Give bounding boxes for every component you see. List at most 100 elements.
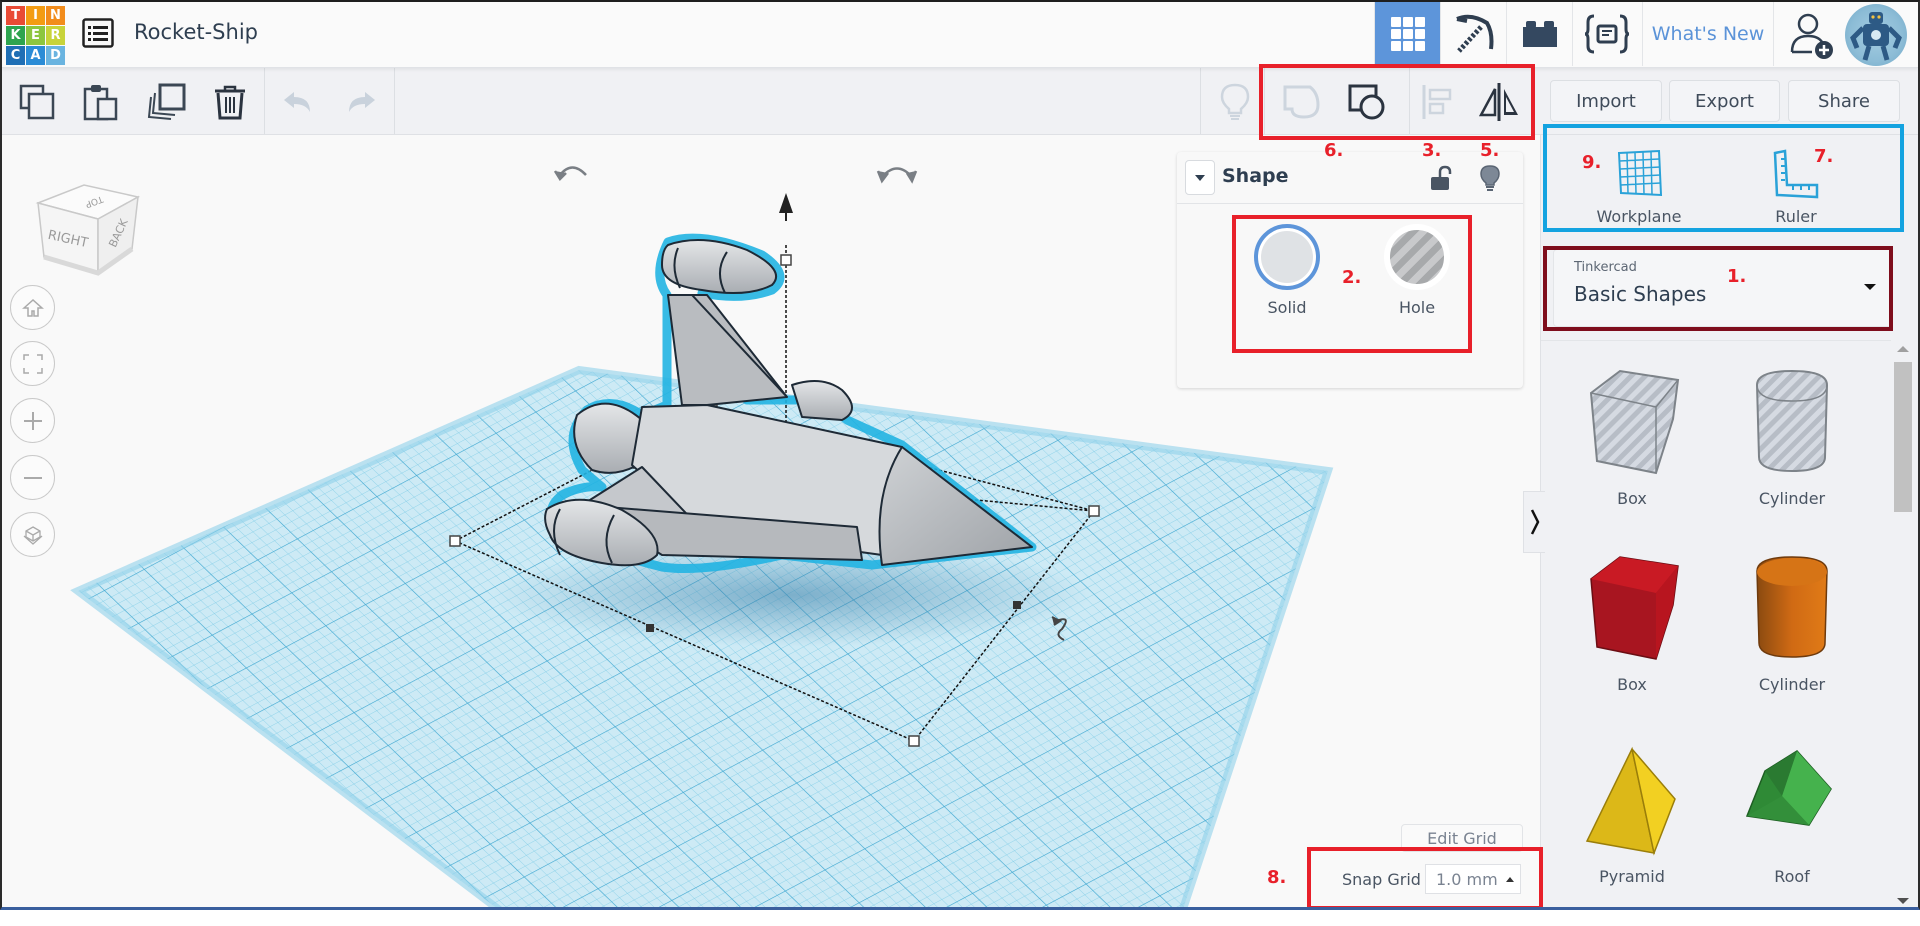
invite-user-button[interactable] [1790, 12, 1836, 60]
robot-avatar-icon [1850, 12, 1902, 61]
toggle-panel-button[interactable] [1523, 491, 1545, 553]
caret-down-icon [1864, 284, 1876, 290]
build-mode-button[interactable] [1440, 2, 1506, 66]
lift-arrow[interactable] [779, 193, 793, 221]
align-button[interactable] [1415, 80, 1459, 124]
shape-label: Cylinder [1758, 489, 1826, 508]
collapse-inspector-button[interactable] [1185, 160, 1215, 195]
copy-button[interactable] [15, 80, 59, 124]
caret-down-icon [1195, 174, 1205, 181]
redo-button[interactable] [339, 80, 383, 124]
lock-button[interactable] [1430, 165, 1452, 195]
hole-swatch[interactable] [1384, 224, 1450, 290]
logo-letter: N [46, 6, 65, 25]
undo-button[interactable] [276, 80, 320, 124]
codeblocks-button[interactable] [1572, 2, 1640, 66]
right-panel: Workplane Ruler Tinkercad Basic Shapes B… [1540, 135, 1918, 907]
ruler-tool[interactable]: Ruler [1721, 149, 1871, 226]
export-button[interactable]: Export [1669, 80, 1780, 122]
zoom-in-button[interactable] [10, 398, 55, 443]
add-user-icon [1790, 13, 1833, 59]
shape-pyramid[interactable]: Pyramid [1557, 741, 1707, 907]
scroll-up-arrow[interactable] [1897, 346, 1909, 352]
hide-button[interactable] [1479, 164, 1501, 196]
duplicate-icon [147, 83, 186, 120]
ungroup-button[interactable] [1346, 80, 1390, 124]
shape-cylinder[interactable]: Cylinder [1717, 549, 1867, 729]
home-view-button[interactable] [10, 285, 55, 330]
logo-letter: K [6, 26, 25, 45]
show-all-button[interactable] [1213, 80, 1257, 124]
shape-label: Box [1617, 489, 1647, 508]
shape-roof[interactable]: Roof [1717, 741, 1867, 907]
view-cube[interactable]: TOP RIGHT BACK [34, 175, 144, 290]
height-handle[interactable] [780, 254, 792, 266]
ungroup-icon [1348, 84, 1385, 120]
design-title[interactable]: Rocket-Ship [134, 20, 258, 44]
rocket-ship-model[interactable] [544, 233, 1037, 573]
scroll-down-arrow[interactable] [1897, 898, 1909, 904]
align-icon [1422, 85, 1452, 119]
shape-label: Box [1617, 675, 1647, 694]
paste-button[interactable] [79, 80, 123, 124]
tinkercad-logo[interactable]: T I N K E R C A D [6, 6, 66, 66]
logo-letter: R [46, 26, 65, 45]
perspective-button[interactable] [10, 512, 55, 557]
top-bar: T I N K E R C A D Rocket-Ship What's New [2, 2, 1918, 68]
mirror-button[interactable] [1477, 80, 1521, 124]
resize-handle[interactable] [449, 535, 461, 547]
resize-handle[interactable] [908, 735, 920, 747]
edit-grid-button[interactable]: Edit Grid [1401, 824, 1523, 852]
user-avatar[interactable] [1845, 4, 1907, 66]
delete-button[interactable] [208, 80, 252, 124]
zoom-out-button[interactable] [10, 455, 55, 500]
shape-library-dropdown[interactable]: Tinkercad Basic Shapes [1553, 249, 1893, 327]
bricks-button[interactable] [1506, 2, 1572, 66]
grid-icon [1390, 17, 1425, 51]
share-button[interactable]: Share [1788, 80, 1900, 122]
annotation-label-3: 3. [1422, 140, 1442, 161]
shape-cylinder-hole[interactable]: Cylinder [1717, 363, 1867, 543]
group-icon [1283, 85, 1320, 119]
edit-toolbar [2, 68, 1540, 135]
resize-handle[interactable] [1088, 505, 1100, 517]
fit-all-icon [22, 353, 43, 374]
file-actions: Import Export Share [1540, 68, 1918, 135]
shape-box[interactable]: Box [1557, 549, 1707, 729]
rotate-handle[interactable] [553, 166, 587, 181]
annotation-label-2: 2. [1342, 267, 1362, 288]
library-scrollbar[interactable] [1892, 340, 1914, 907]
toolbar-divider [1200, 68, 1201, 134]
solid-swatch[interactable] [1254, 224, 1320, 290]
library-name: Basic Shapes [1574, 282, 1707, 306]
edge-handle[interactable] [1013, 601, 1021, 609]
import-button[interactable]: Import [1550, 80, 1662, 122]
design-list-button[interactable] [82, 18, 114, 48]
toolbar-divider [394, 68, 395, 134]
scroll-thumb[interactable] [1894, 362, 1912, 512]
lightbulb-icon [1220, 83, 1250, 120]
hole-option[interactable]: Hole [1382, 224, 1452, 317]
unlock-icon [1431, 165, 1452, 190]
snap-grid-select[interactable]: 1.0 mm [1425, 864, 1521, 894]
toolbar-divider [1264, 68, 1265, 134]
snap-grid-value: 1.0 mm [1436, 869, 1498, 889]
group-button[interactable] [1280, 80, 1324, 124]
edge-handle[interactable] [646, 624, 654, 632]
shape-box-hole[interactable]: Box [1557, 363, 1707, 543]
mirror-icon [1478, 83, 1518, 121]
annotation-label-8: 8. [1267, 867, 1287, 888]
chevron-right-icon [1530, 509, 1539, 535]
fit-view-button[interactable] [10, 341, 55, 386]
duplicate-button[interactable] [145, 80, 189, 124]
caret-up-icon [1505, 876, 1514, 882]
whats-new-link[interactable]: What's New [1642, 2, 1774, 66]
toolbar-divider [264, 68, 265, 134]
solid-option[interactable]: Solid [1252, 224, 1322, 317]
annotation-label-9: 9. [1582, 152, 1602, 173]
annotation-label-6: 6. [1324, 140, 1344, 161]
3d-design-view-button[interactable] [1374, 2, 1440, 66]
rotate-handle[interactable] [876, 167, 918, 184]
shape-label: Cylinder [1758, 675, 1826, 694]
logo-letter: C [6, 46, 25, 65]
